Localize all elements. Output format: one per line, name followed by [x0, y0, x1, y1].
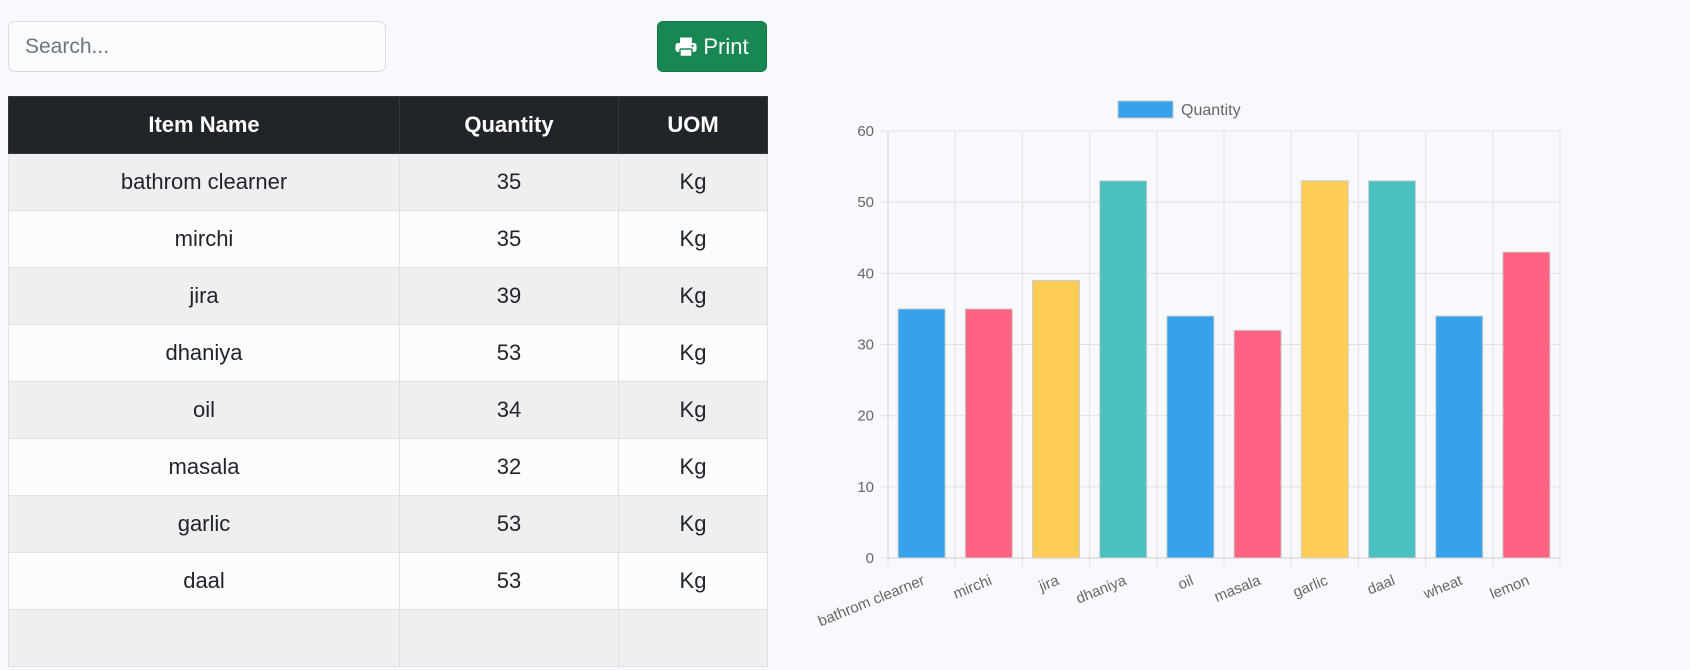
bar-3 — [1099, 180, 1148, 559]
y-tick-label: 10 — [857, 479, 874, 496]
quantity-cell: 35 — [399, 153, 619, 211]
quantity-chart: 0 10 20 30 40 50 60 bathrom clearner mirchi jira d… — [800, 85, 1690, 670]
inventory-table: Item Name Quantity UOM bathrom clearner … — [8, 96, 768, 667]
item-name-cell: oil — [8, 381, 400, 439]
bar-6 — [1300, 180, 1349, 559]
bar-5 — [1233, 329, 1282, 559]
bar-8 — [1435, 315, 1484, 559]
printer-icon — [675, 37, 697, 57]
legend-swatch — [1117, 100, 1174, 119]
uom-cell — [618, 609, 768, 667]
table-row[interactable]: dhaniya 53 Kg — [8, 324, 768, 382]
item-name-cell: masala — [8, 438, 400, 496]
x-tick-label: oil — [1176, 572, 1196, 593]
uom-cell: Kg — [618, 324, 768, 382]
item-name-cell: dhaniya — [8, 324, 400, 382]
x-tick-label: mirchi — [951, 572, 994, 603]
item-name-cell: mirchi — [8, 210, 400, 268]
y-tick-label: 0 — [866, 550, 874, 567]
bar-2 — [1031, 279, 1081, 559]
y-tick-label: 30 — [857, 337, 874, 354]
print-button[interactable]: Print — [657, 21, 767, 72]
x-tick-label: dhaniya — [1074, 572, 1130, 608]
table-header-row: Item Name Quantity UOM — [8, 96, 768, 154]
table-row[interactable]: oil 34 Kg — [8, 381, 768, 439]
bar-1 — [964, 308, 1013, 559]
x-tick-label: wheat — [1420, 572, 1465, 603]
quantity-cell: 39 — [399, 267, 619, 325]
x-tick-label: masala — [1212, 572, 1264, 606]
bar-4 — [1166, 315, 1215, 559]
x-tick-label: daal — [1365, 572, 1398, 598]
page: Print Item Name Quantity UOM bathrom cle… — [0, 0, 1690, 670]
table-row[interactable]: daal 53 Kg — [8, 552, 768, 610]
table-row[interactable] — [8, 609, 768, 667]
item-name-cell: garlic — [8, 495, 400, 553]
uom-cell: Kg — [618, 210, 768, 268]
uom-cell: Kg — [618, 438, 768, 496]
table-row[interactable]: bathrom clearner 35 Kg — [8, 153, 768, 211]
y-tick-label: 20 — [857, 408, 874, 425]
item-name-cell — [8, 609, 400, 667]
table-row[interactable]: masala 32 Kg — [8, 438, 768, 496]
x-tick-label: jira — [1036, 572, 1062, 596]
x-tick-label: lemon — [1488, 572, 1532, 603]
quantity-cell: 53 — [399, 552, 619, 610]
bar-9 — [1502, 251, 1551, 559]
table-row[interactable]: mirchi 35 Kg — [8, 210, 768, 268]
column-header-item-name[interactable]: Item Name — [8, 96, 400, 154]
uom-cell: Kg — [618, 153, 768, 211]
item-name-cell: bathrom clearner — [8, 153, 400, 211]
uom-cell: Kg — [618, 552, 768, 610]
table-row[interactable]: jira 39 Kg — [8, 267, 768, 325]
quantity-cell: 35 — [399, 210, 619, 268]
y-tick-label: 40 — [857, 265, 874, 282]
quantity-cell: 34 — [399, 381, 619, 439]
x-tick-label: garlic — [1291, 572, 1331, 601]
search-input[interactable] — [8, 21, 386, 72]
item-name-cell: jira — [8, 267, 400, 325]
bar-7 — [1367, 180, 1417, 559]
print-button-label: Print — [703, 33, 749, 59]
quantity-cell: 53 — [399, 324, 619, 382]
x-tick-label: bathrom clearner — [816, 572, 928, 630]
y-tick-label: 50 — [857, 194, 874, 211]
bar-0 — [897, 308, 946, 559]
legend-label: Quantity — [1181, 102, 1241, 119]
item-name-cell: daal — [8, 552, 400, 610]
quantity-cell: 53 — [399, 495, 619, 553]
uom-cell: Kg — [618, 495, 768, 553]
column-header-uom[interactable]: UOM — [618, 96, 768, 154]
quantity-cell — [399, 609, 619, 667]
y-tick-label: 60 — [857, 123, 874, 140]
uom-cell: Kg — [618, 267, 768, 325]
chart-canvas: 0102030405060bathrom clearner mirchi jira d… — [816, 100, 1561, 630]
table-row[interactable]: garlic 53 Kg — [8, 495, 768, 553]
column-header-quantity[interactable]: Quantity — [399, 96, 619, 154]
uom-cell: Kg — [618, 381, 768, 439]
quantity-cell: 32 — [399, 438, 619, 496]
